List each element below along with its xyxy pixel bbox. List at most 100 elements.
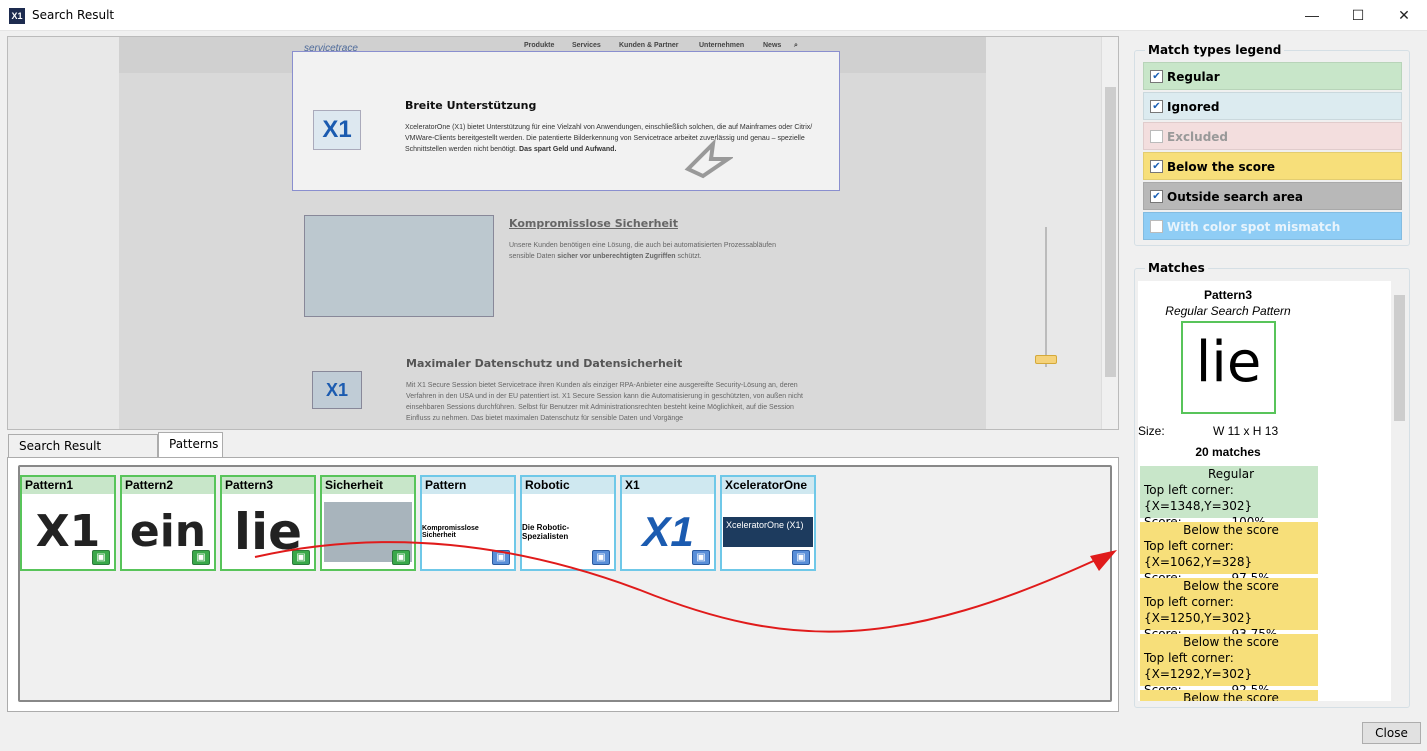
- match-item[interactable]: Below the score Top left corner: {X=1250…: [1140, 578, 1318, 641]
- matches-scroll-thumb[interactable]: [1394, 295, 1405, 421]
- site-nav-item: Unternehmen: [699, 42, 745, 49]
- cursor-hand-icon: [684, 138, 733, 179]
- image-icon: ▣: [92, 550, 110, 565]
- close-window-button[interactable]: ✕: [1381, 0, 1427, 31]
- pattern-card[interactable]: X1 X1 ▣: [620, 475, 716, 571]
- checkbox-checked-icon[interactable]: ✔: [1150, 70, 1163, 83]
- corner-value: {X=1250,Y=302}: [1144, 611, 1253, 625]
- corner-value: {X=1062,Y=328}: [1144, 555, 1253, 569]
- match-type: Regular: [1207, 467, 1255, 481]
- legend-outside-area[interactable]: ✔ Outside search area: [1143, 182, 1402, 210]
- legend-color-mismatch[interactable]: With color spot mismatch: [1143, 212, 1402, 240]
- site-nav-item: Kunden & Partner: [619, 42, 679, 49]
- maximize-button[interactable]: ☐: [1335, 0, 1381, 31]
- preview-scrollbar[interactable]: [1101, 37, 1118, 429]
- checkbox-checked-icon[interactable]: ✔: [1150, 160, 1163, 173]
- checkbox-checked-icon[interactable]: ✔: [1150, 190, 1163, 203]
- legend-ignored[interactable]: ✔ Ignored: [1143, 92, 1402, 120]
- legend-regular[interactable]: ✔ Regular: [1143, 62, 1402, 90]
- match-item[interactable]: Below the score Top left corner: {X=1062…: [1140, 522, 1318, 585]
- size-value: W 11 x H 13: [1213, 424, 1279, 438]
- legend-label: Outside search area: [1167, 190, 1304, 204]
- matches-scrollbar[interactable]: [1391, 281, 1408, 701]
- match-pattern-type: Regular Search Pattern: [1165, 304, 1291, 318]
- checkbox-checked-icon[interactable]: ✔: [1150, 100, 1163, 113]
- match-corner: Top left corner: {X=1250,Y=302}: [1144, 594, 1318, 626]
- security-tail: schützt.: [677, 253, 702, 260]
- checkbox-unchecked-icon[interactable]: [1150, 220, 1163, 233]
- legend-group: Match types legend ✔ Regular ✔ Ignored Exc…: [1134, 43, 1410, 246]
- section-heading: Breite Unterstützung: [405, 99, 537, 112]
- match-type: Below the score: [1183, 579, 1279, 593]
- zoom-slider-thumb[interactable]: [1035, 355, 1057, 364]
- window-title: Search Result: [32, 8, 115, 22]
- zoom-slider-track[interactable]: [1045, 227, 1047, 367]
- title-bar: X1 Search Result — ☐ ✕: [0, 0, 1427, 31]
- match-item[interactable]: Below the score Top left corner: {X=1292…: [1140, 634, 1318, 697]
- site-nav-item: Produkte: [524, 42, 555, 49]
- pattern-card[interactable]: XceleratorOne XceleratorOne (X1) ▣: [720, 475, 816, 571]
- match-type: Below the score: [1183, 691, 1279, 701]
- image-warning-icon: ▣: [592, 550, 610, 565]
- image-warning-icon: ▣: [492, 550, 510, 565]
- search-icon: ⌕: [794, 42, 798, 49]
- corner-label: Top left corner:: [1144, 595, 1234, 609]
- match-item[interactable]: Below the score: [1140, 690, 1318, 701]
- site-nav-item: News: [763, 42, 782, 49]
- tab-patterns[interactable]: Patterns: [158, 432, 223, 458]
- pattern-card[interactable]: Pattern2 ein ▣: [120, 475, 216, 571]
- corner-label: Top left corner:: [1144, 651, 1234, 665]
- checkbox-unchecked-icon[interactable]: [1150, 130, 1163, 143]
- patterns-list: Pattern1 X1 ▣ Pattern2 ein ▣ Pattern3 li…: [18, 465, 1112, 702]
- patterns-panel: Pattern1 X1 ▣ Pattern2 ein ▣ Pattern3 li…: [7, 457, 1119, 712]
- match-item[interactable]: Regular Top left corner: {X=1348,Y=302} …: [1140, 466, 1318, 529]
- matches-title: Matches: [1145, 261, 1208, 275]
- match-corner: Top left corner: {X=1062,Y=328}: [1144, 538, 1318, 570]
- corner-label: Top left corner:: [1144, 483, 1234, 497]
- pattern-card[interactable]: Robotic Die Robotic-Spezialisten ▣: [520, 475, 616, 571]
- corner-label: Top left corner:: [1144, 539, 1234, 553]
- pattern-title: Pattern: [422, 477, 514, 494]
- close-button[interactable]: Close: [1362, 722, 1421, 744]
- size-label: Size:: [1138, 424, 1165, 438]
- pattern-title: X1: [622, 477, 714, 494]
- datenschutz-block: Maximaler Datenschutz und Datensicherhei…: [406, 357, 816, 424]
- security-block: Kompromisslose Sicherheit Unsere Kunden …: [509, 217, 1009, 262]
- security-bold: sicher vor unberechtigten Zugriffen: [557, 253, 676, 260]
- legend-label: Regular: [1167, 70, 1220, 84]
- minimize-button[interactable]: —: [1289, 0, 1335, 31]
- pattern-title: Pattern3: [222, 477, 314, 494]
- legend-excluded[interactable]: Excluded: [1143, 122, 1402, 150]
- right-panel: Match types legend ✔ Regular ✔ Ignored Exc…: [1124, 36, 1424, 713]
- section-text: XceleratorOne (X1) bietet Unterstützung …: [405, 122, 815, 155]
- preview-scroll-thumb[interactable]: [1105, 87, 1116, 377]
- pattern-preview-text: XceleratorOne (X1): [723, 516, 813, 547]
- legend-below-score[interactable]: ✔ Below the score: [1143, 152, 1402, 180]
- section-bold: Das spart Geld und Aufwand.: [519, 146, 617, 153]
- app-icon: X1: [9, 8, 25, 24]
- security-image: [304, 215, 494, 317]
- match-corner: Top left corner: {X=1348,Y=302}: [1144, 482, 1318, 514]
- website-screenshot: servicetrace Produkte Services Kunden & …: [119, 37, 986, 429]
- pattern-card[interactable]: Pattern1 X1 ▣: [20, 475, 116, 571]
- matches-list[interactable]: Pattern3 Regular Search Pattern lie Size…: [1138, 281, 1395, 701]
- match-type: Below the score: [1183, 523, 1279, 537]
- datenschutz-heading: Maximaler Datenschutz und Datensicherhei…: [406, 357, 683, 370]
- pattern-card[interactable]: Pattern3 lie ▣: [220, 475, 316, 571]
- site-nav-item: Services: [572, 42, 601, 49]
- match-count: 20 matches: [1195, 445, 1261, 459]
- pattern-card[interactable]: Pattern Kompromisslose Sicherheit ▣: [420, 475, 516, 571]
- security-text: Unsere Kunden benötigen eine Lösung, die…: [509, 240, 799, 262]
- pattern-title: Robotic: [522, 477, 614, 494]
- search-preview[interactable]: servicetrace Produkte Services Kunden & …: [7, 36, 1119, 430]
- image-icon: ▣: [192, 550, 210, 565]
- image-warning-icon: ▣: [692, 550, 710, 565]
- legend-title: Match types legend: [1145, 43, 1285, 57]
- corner-value: {X=1348,Y=302}: [1144, 499, 1253, 513]
- pattern-title: XceleratorOne: [722, 477, 814, 494]
- pattern-card[interactable]: Sicherheit ▣: [320, 475, 416, 571]
- match-type: Below the score: [1183, 635, 1279, 649]
- image-icon: ▣: [292, 550, 310, 565]
- tab-search-result-summary[interactable]: Search Result Summary: [8, 434, 158, 475]
- legend-label: Below the score: [1167, 160, 1276, 174]
